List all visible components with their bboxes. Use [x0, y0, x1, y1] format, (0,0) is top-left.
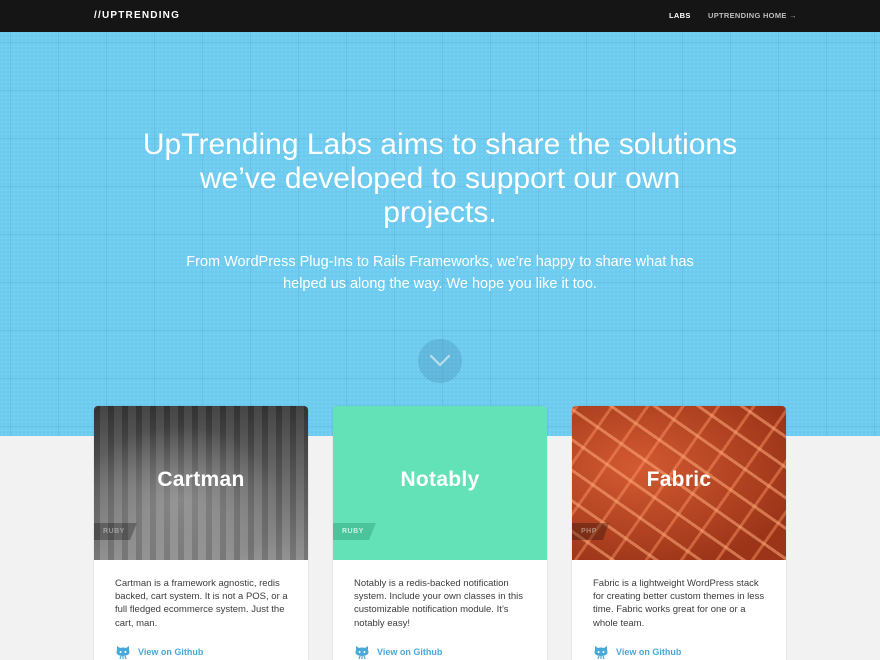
language-tag: RUBY: [333, 523, 376, 540]
project-card-notably: Notably RUBY Notably is a redis-backed n…: [333, 406, 547, 660]
github-link-label: View on Github: [138, 647, 204, 657]
notably-cover-image: Notably RUBY: [333, 406, 547, 560]
project-description: Cartman is a framework agnostic, redis b…: [115, 578, 288, 629]
top-navbar: //UPTRENDING LABS UPTRENDING HOME →: [0, 0, 880, 32]
language-tag: PHP: [572, 523, 609, 540]
github-octocat-icon: [355, 646, 369, 659]
fabric-cover-image: Fabric PHP: [572, 406, 786, 560]
hero-intro: From WordPress Plug-Ins to Rails Framewo…: [186, 254, 694, 292]
site-logo[interactable]: //UPTRENDING: [94, 10, 180, 21]
chevron-down-icon: [429, 354, 451, 367]
github-link-label: View on Github: [616, 647, 682, 657]
project-title: Notably: [400, 468, 480, 491]
project-description: Fabric is a lightweight WordPress stack …: [593, 578, 765, 629]
github-octocat-icon: [594, 646, 608, 659]
github-link-label: View on Github: [377, 647, 443, 657]
view-on-github-link[interactable]: View on Github: [354, 644, 442, 660]
nav-link-uptrending-home[interactable]: UPTRENDING HOME →: [708, 11, 797, 20]
language-tag: RUBY: [94, 523, 137, 540]
project-title: Cartman: [157, 468, 245, 491]
project-card-cartman: Cartman RUBY Cartman is a framework agno…: [94, 406, 308, 660]
hero-headline: UpTrending Labs aims to share the soluti…: [142, 128, 738, 229]
view-on-github-link[interactable]: View on Github: [593, 644, 681, 660]
nav-link-labs[interactable]: LABS: [669, 11, 691, 20]
github-octocat-icon: [116, 646, 130, 659]
view-on-github-link[interactable]: View on Github: [115, 644, 203, 660]
hero-section: UpTrending Labs aims to share the soluti…: [0, 32, 880, 436]
project-title: Fabric: [646, 468, 712, 491]
project-description: Notably is a redis-backed notification s…: [354, 578, 523, 629]
project-card-fabric: Fabric PHP Fabric is a lightweight WordP…: [572, 406, 786, 660]
scroll-down-button[interactable]: [418, 339, 462, 383]
cartman-cover-image: Cartman RUBY: [94, 406, 308, 560]
